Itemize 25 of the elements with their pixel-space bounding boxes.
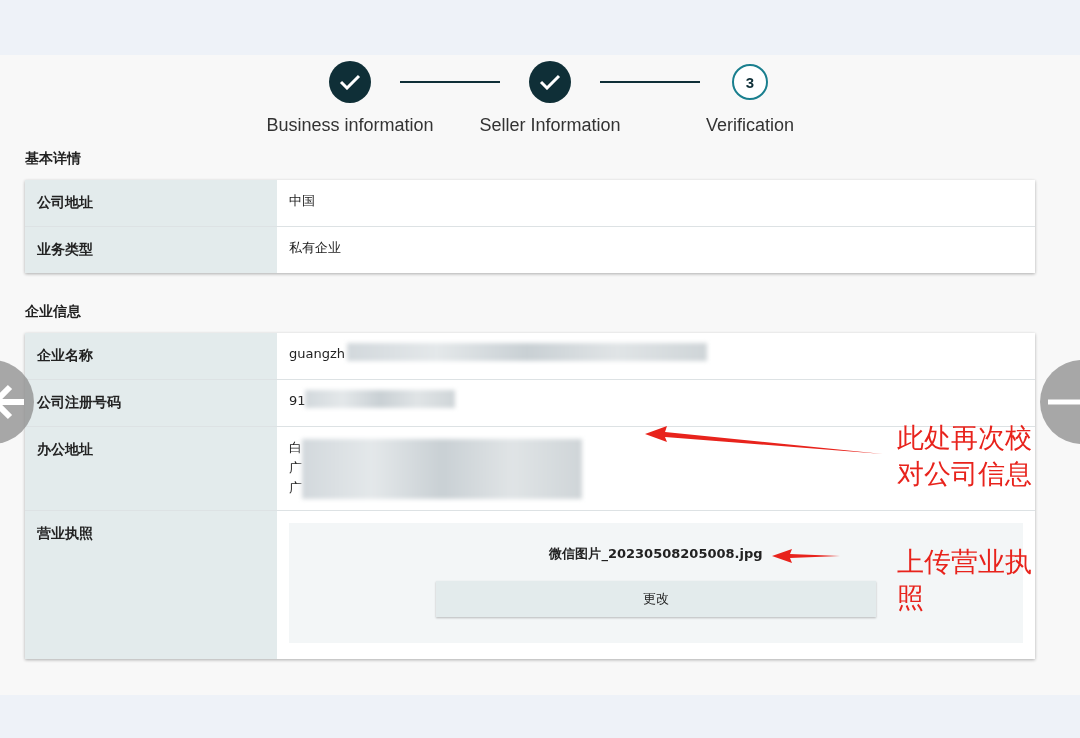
minus-icon — [1048, 399, 1080, 405]
row-label: 公司注册号码 — [37, 394, 121, 410]
field-value: 白 — [289, 439, 302, 457]
step-label: Verification — [705, 115, 795, 136]
annotation-text: 此处再次校对公司信息 — [897, 421, 1033, 491]
field-value: guangzh — [289, 345, 345, 363]
field-value: 中国 — [289, 192, 315, 210]
step-label: Business information — [266, 115, 434, 136]
field-value: 广 — [289, 459, 302, 477]
left-arrow-icon — [0, 384, 26, 420]
annotation-text: 上传营业执照 — [897, 545, 1033, 615]
step-label: Seller Information — [479, 115, 621, 136]
step-number: 3 — [732, 64, 768, 100]
row-label: 办公地址 — [37, 441, 93, 457]
change-button[interactable]: 更改 — [436, 581, 876, 617]
field-value: 广 — [289, 479, 302, 497]
row-label: 企业名称 — [37, 347, 93, 363]
row-label: 业务类型 — [37, 241, 93, 257]
row-label: 营业执照 — [37, 525, 93, 541]
section-title: 基本详情 — [25, 150, 82, 168]
field-value: 私有企业 — [289, 239, 341, 257]
section-title: 企业信息 — [25, 303, 82, 321]
file-name: 微信图片_20230508205008.jpg — [549, 545, 763, 563]
row-label: 公司地址 — [37, 194, 93, 210]
field-value: 91 — [289, 392, 306, 410]
